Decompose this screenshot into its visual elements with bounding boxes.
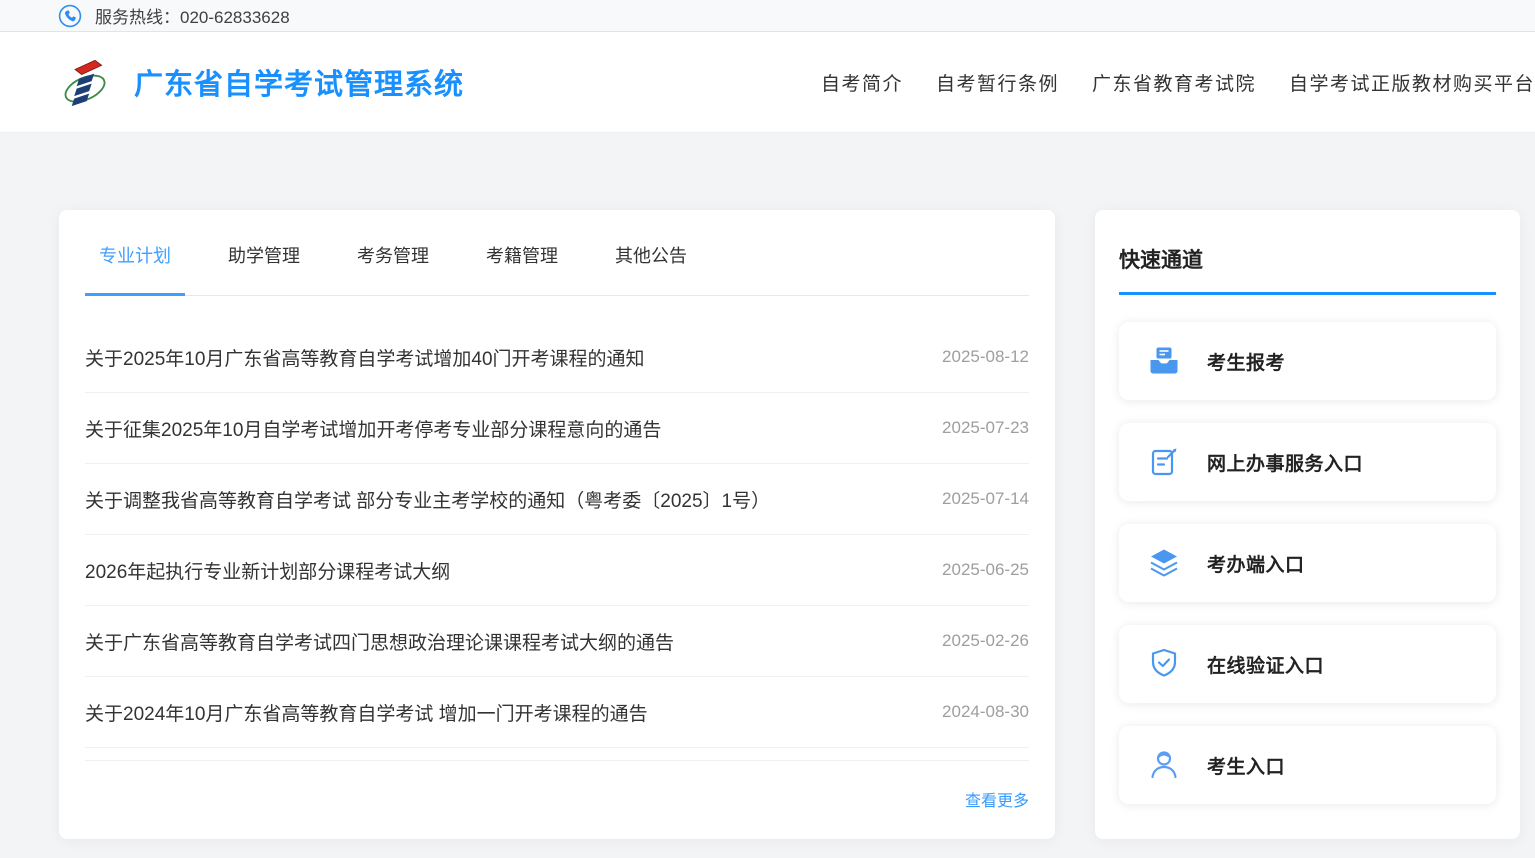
announcement-title[interactable]: 关于调整我省高等教育自学考试 部分专业主考学校的通知（粤考委〔2025〕1号）	[85, 486, 770, 513]
announcement-row: 关于广东省高等教育自学考试四门思想政治理论课课程考试大纲的通告 2025-02-2…	[85, 606, 1029, 677]
nav-link[interactable]: 广东省教育考试院	[1092, 69, 1256, 96]
main-content: 专业计划助学管理考务管理考籍管理其他公告 关于2025年10月广东省高等教育自学…	[0, 133, 1535, 839]
header-nav: 自考简介 自考暂行条例 广东省教育考试院 自学考试正版教材购买平台	[821, 69, 1535, 96]
quick-channel-label: 网上办事服务入口	[1207, 449, 1363, 476]
more-row: 查看更多	[85, 787, 1029, 811]
announcement-date: 2025-07-14	[942, 489, 1029, 509]
layers-icon	[1147, 546, 1181, 580]
announcement-date: 2025-06-25	[942, 560, 1029, 580]
quick-channel-item[interactable]: 考生入口	[1119, 726, 1496, 804]
nav-link[interactable]: 自考简介	[821, 69, 903, 96]
announcement-tabs: 专业计划助学管理考务管理考籍管理其他公告	[85, 210, 1029, 296]
announcement-title[interactable]: 关于征集2025年10月自学考试增加开考停考专业部分课程意向的通告	[85, 415, 661, 442]
document-edit-icon	[1147, 445, 1181, 479]
quick-channel-label: 考办端入口	[1207, 550, 1305, 577]
topbar: 服务热线：020-62833628	[0, 0, 1535, 32]
quick-channel-title: 快速通道	[1119, 244, 1496, 274]
announcement-date: 2025-07-23	[942, 418, 1029, 438]
quick-channel-list: 考生报考网上办事服务入口考办端入口在线验证入口考生入口	[1119, 322, 1496, 804]
quick-channel-label: 在线验证入口	[1207, 651, 1324, 678]
quick-channel-panel: 快速通道 考生报考网上办事服务入口考办端入口在线验证入口考生入口	[1095, 210, 1520, 839]
phone-icon	[58, 4, 82, 28]
quick-channel-underline	[1119, 292, 1496, 295]
announcement-list: 关于2025年10月广东省高等教育自学考试增加40门开考课程的通知 2025-08…	[85, 322, 1029, 748]
announcement-tab[interactable]: 专业计划	[85, 232, 185, 295]
announcement-tab[interactable]: 考务管理	[343, 232, 443, 295]
site-title: 广东省自学考试管理系统	[134, 61, 464, 103]
shield-check-icon	[1147, 647, 1181, 681]
quick-channel-label: 考生报考	[1207, 348, 1285, 375]
announcement-date: 2024-08-30	[942, 702, 1029, 722]
announcement-row: 关于征集2025年10月自学考试增加开考停考专业部分课程意向的通告 2025-07…	[85, 393, 1029, 464]
quick-channel-item[interactable]: 考办端入口	[1119, 524, 1496, 602]
nav-link[interactable]: 自学考试正版教材购买平台	[1289, 69, 1535, 96]
quick-channel-item[interactable]: 在线验证入口	[1119, 625, 1496, 703]
quick-channel-item[interactable]: 考生报考	[1119, 322, 1496, 400]
empty-row-divider	[85, 748, 1029, 761]
announcement-title[interactable]: 2026年起执行专业新计划部分课程考试大纲	[85, 557, 450, 584]
quick-channel-item[interactable]: 网上办事服务入口	[1119, 423, 1496, 501]
quick-channel-label: 考生入口	[1207, 752, 1285, 779]
announcement-row: 关于2024年10月广东省高等教育自学考试 增加一门开考课程的通告 2024-08…	[85, 677, 1029, 748]
announcement-row: 关于调整我省高等教育自学考试 部分专业主考学校的通知（粤考委〔2025〕1号） 2…	[85, 464, 1029, 535]
announcement-date: 2025-02-26	[942, 631, 1029, 651]
site-logo-icon	[60, 55, 110, 109]
person-icon	[1147, 748, 1181, 782]
announcement-title[interactable]: 关于2025年10月广东省高等教育自学考试增加40门开考课程的通知	[85, 344, 645, 371]
site-header: 广东省自学考试管理系统 自考简介 自考暂行条例 广东省教育考试院 自学考试正版教材购买…	[0, 32, 1535, 133]
nav-link[interactable]: 自考暂行条例	[936, 69, 1059, 96]
hotline-text: 服务热线：020-62833628	[95, 3, 290, 28]
announcements-panel: 专业计划助学管理考务管理考籍管理其他公告 关于2025年10月广东省高等教育自学…	[59, 210, 1055, 839]
announcement-tab[interactable]: 考籍管理	[472, 232, 572, 295]
inbox-icon	[1147, 344, 1181, 378]
announcement-row: 关于2025年10月广东省高等教育自学考试增加40门开考课程的通知 2025-08…	[85, 322, 1029, 393]
announcement-tab[interactable]: 助学管理	[214, 232, 314, 295]
announcement-title[interactable]: 关于广东省高等教育自学考试四门思想政治理论课课程考试大纲的通告	[85, 628, 674, 655]
announcement-tab[interactable]: 其他公告	[601, 232, 701, 295]
announcement-row: 2026年起执行专业新计划部分课程考试大纲 2025-06-25	[85, 535, 1029, 606]
announcement-title[interactable]: 关于2024年10月广东省高等教育自学考试 增加一门开考课程的通告	[85, 699, 648, 726]
announcement-date: 2025-08-12	[942, 347, 1029, 367]
view-more-link[interactable]: 查看更多	[965, 793, 1029, 810]
